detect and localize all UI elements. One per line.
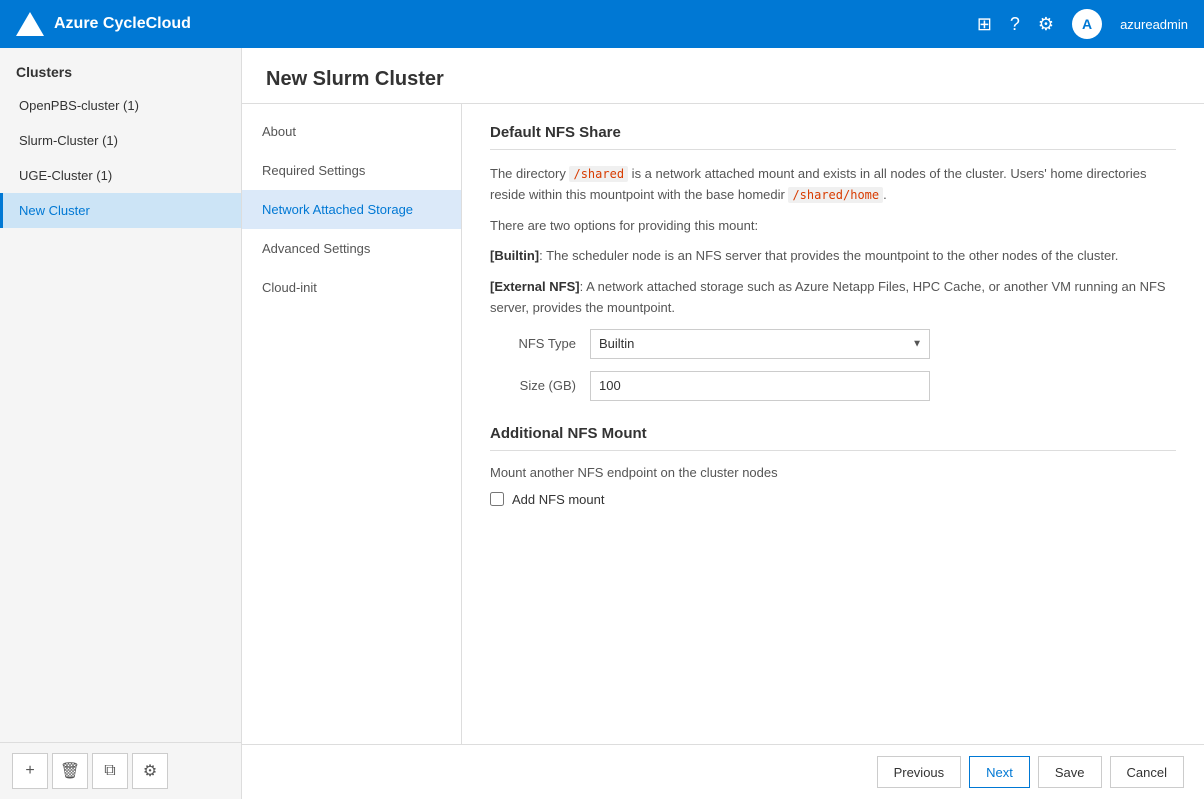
code-shared-home: /shared/home <box>788 187 883 203</box>
help-icon[interactable]: ? <box>1010 14 1020 35</box>
nav-item-cloud-init[interactable]: Cloud-init <box>242 268 461 307</box>
top-header: Azure CycleCloud ⊞ ? ⚙ A azureadmin <box>0 0 1204 48</box>
add-nfs-label: Add NFS mount <box>512 492 605 507</box>
add-cluster-button[interactable]: + <box>12 753 48 789</box>
monitor-icon[interactable]: ⊞ <box>977 14 992 35</box>
nfs-type-row: NFS Type Builtin External NFS ▼ <box>490 329 1176 359</box>
panel-title: New Slurm Cluster <box>242 48 1204 104</box>
sidebar-items: OpenPBS-cluster (1) Slurm-Cluster (1) UG… <box>0 88 241 742</box>
desc-paragraph-3: [Builtin]: The scheduler node is an NFS … <box>490 246 1176 267</box>
size-label: Size (GB) <box>490 378 590 393</box>
logo-triangle-icon <box>16 12 44 36</box>
nfs-type-label: NFS Type <box>490 336 590 351</box>
sidebar-item-slurm[interactable]: Slurm-Cluster (1) <box>0 123 241 158</box>
desc-paragraph-2: There are two options for providing this… <box>490 216 1176 237</box>
copy-cluster-button[interactable]: ⧉ <box>92 753 128 789</box>
save-button[interactable]: Save <box>1038 756 1102 788</box>
external-nfs-label: [External NFS] <box>490 279 580 294</box>
code-shared: /shared <box>569 166 628 182</box>
nav-item-about[interactable]: About <box>242 112 461 151</box>
section1-title: Default NFS Share <box>490 124 1176 150</box>
previous-button[interactable]: Previous <box>877 756 962 788</box>
sidebar: Clusters OpenPBS-cluster (1) Slurm-Clust… <box>0 48 242 799</box>
sidebar-footer: + 🗑 ⧉ ⚙ <box>0 742 241 799</box>
desc-paragraph-1: The directory /shared is a network attac… <box>490 164 1176 206</box>
settings-icon[interactable]: ⚙ <box>1038 14 1054 35</box>
sidebar-title: Clusters <box>0 48 241 88</box>
section2-title: Additional NFS Mount <box>490 425 1176 451</box>
desc-paragraph-4: [External NFS]: A network attached stora… <box>490 277 1176 319</box>
panel-body: About Required Settings Network Attached… <box>242 104 1204 744</box>
main-content: Clusters OpenPBS-cluster (1) Slurm-Clust… <box>0 48 1204 799</box>
section2: Additional NFS Mount Mount another NFS e… <box>490 425 1176 507</box>
panel-footer: Previous Next Save Cancel <box>242 744 1204 799</box>
size-input[interactable] <box>590 371 930 401</box>
nfs-type-select[interactable]: Builtin External NFS <box>590 329 930 359</box>
size-row: Size (GB) <box>490 371 1176 401</box>
nav-item-network-attached-storage[interactable]: Network Attached Storage <box>242 190 461 229</box>
right-panel: New Slurm Cluster About Required Setting… <box>242 48 1204 799</box>
nav-item-advanced-settings[interactable]: Advanced Settings <box>242 229 461 268</box>
username-label: azureadmin <box>1120 17 1188 32</box>
add-nfs-checkbox[interactable] <box>490 492 504 506</box>
app-logo: Azure CycleCloud <box>16 12 191 36</box>
nav-item-required-settings[interactable]: Required Settings <box>242 151 461 190</box>
additional-desc: Mount another NFS endpoint on the cluste… <box>490 465 1176 480</box>
panel-nav: About Required Settings Network Attached… <box>242 104 462 744</box>
builtin-label: [Builtin] <box>490 248 539 263</box>
sidebar-item-uge[interactable]: UGE-Cluster (1) <box>0 158 241 193</box>
sidebar-item-openpbs[interactable]: OpenPBS-cluster (1) <box>0 88 241 123</box>
avatar[interactable]: A <box>1072 9 1102 39</box>
sidebar-item-new-cluster[interactable]: New Cluster <box>0 193 241 228</box>
cluster-settings-button[interactable]: ⚙ <box>132 753 168 789</box>
panel-content: Default NFS Share The directory /shared … <box>462 104 1204 744</box>
app-name: Azure CycleCloud <box>54 15 191 33</box>
nfs-type-select-wrapper: Builtin External NFS ▼ <box>590 329 930 359</box>
next-button[interactable]: Next <box>969 756 1030 788</box>
delete-cluster-button[interactable]: 🗑 <box>52 753 88 789</box>
header-icons: ⊞ ? ⚙ A azureadmin <box>977 9 1188 39</box>
add-nfs-row: Add NFS mount <box>490 492 1176 507</box>
cancel-button[interactable]: Cancel <box>1110 756 1184 788</box>
